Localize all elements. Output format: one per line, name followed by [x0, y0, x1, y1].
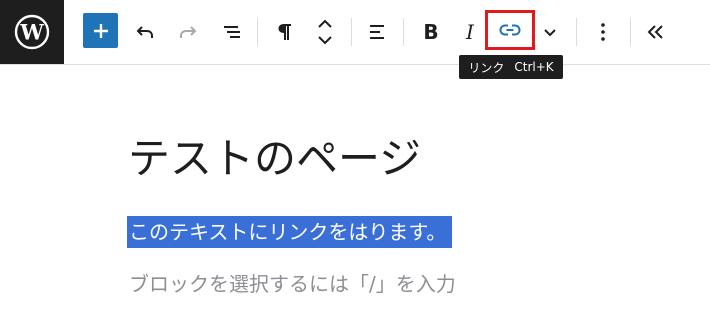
bold-label: B	[423, 20, 439, 44]
block-type-button[interactable]	[267, 14, 303, 50]
undo-button[interactable]	[127, 14, 163, 50]
add-block-button[interactable]	[83, 13, 118, 48]
bold-button[interactable]: B	[413, 14, 449, 50]
align-left-icon	[370, 25, 384, 39]
redo-icon	[180, 26, 197, 38]
block-placeholder[interactable]: ブロックを選択するには「/」を入力	[129, 269, 456, 299]
toolbar-separator	[351, 18, 352, 46]
undo-icon	[136, 26, 153, 38]
italic-label: I	[466, 20, 474, 44]
paragraph-icon	[278, 24, 291, 40]
list-view-button[interactable]	[214, 14, 250, 50]
move-block-button[interactable]	[307, 14, 343, 50]
align-button[interactable]	[360, 14, 396, 50]
wordpress-logo-icon: W	[14, 14, 50, 50]
list-view-icon	[224, 26, 240, 38]
more-formats-button[interactable]	[532, 14, 568, 50]
toolbar-separator	[630, 18, 631, 46]
toolbar-separator	[257, 18, 258, 46]
collapse-toolbar-button[interactable]	[638, 14, 674, 50]
collapse-icon	[647, 25, 663, 39]
chevron-down-icon	[544, 29, 556, 37]
wordpress-logo-button[interactable]: W	[0, 0, 64, 64]
toolbar-separator	[403, 18, 404, 46]
svg-text:W: W	[19, 20, 44, 45]
tooltip-label: リンク	[468, 60, 505, 75]
toolbar-separator	[576, 18, 577, 46]
tooltip-shortcut: Ctrl+K	[514, 60, 554, 74]
plus-icon	[93, 23, 108, 38]
link-tooltip: リンク Ctrl+K	[459, 55, 563, 79]
more-options-icon	[601, 23, 605, 41]
link-button[interactable]	[485, 10, 535, 50]
link-icon	[499, 24, 521, 36]
selected-paragraph[interactable]: このテキストにリンクをはります。	[127, 216, 453, 248]
move-up-down-icon	[318, 19, 332, 45]
options-button[interactable]	[585, 14, 621, 50]
italic-button[interactable]: I	[452, 14, 488, 50]
redo-button[interactable]	[170, 14, 206, 50]
page-title[interactable]: テストのページ	[128, 131, 421, 187]
editor-toolbar: W B I	[0, 0, 710, 65]
